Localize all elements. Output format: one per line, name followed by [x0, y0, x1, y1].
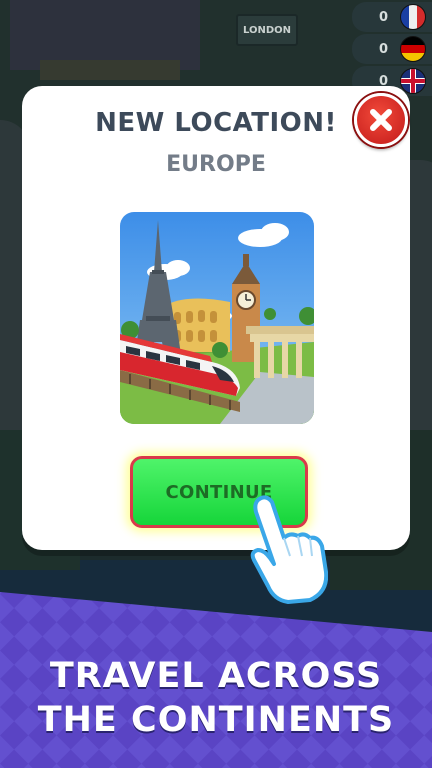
france-count: 0 [378, 9, 388, 25]
uk-flag-icon [400, 68, 426, 94]
flag-row-germany[interactable]: 0 [352, 34, 432, 64]
close-button[interactable] [354, 93, 408, 147]
france-flag-icon [400, 4, 426, 30]
new-location-dialog: NEW LOCATION! EUROPE CONTINUE [22, 86, 410, 550]
banner-line-2: THE CONTINENTS [37, 700, 395, 740]
city-label-london[interactable]: LONDON [236, 14, 298, 46]
pointing-hand-icon [250, 495, 328, 604]
close-icon [370, 109, 392, 131]
germany-flag-icon [400, 36, 426, 62]
europe-landmarks-illustration [120, 212, 314, 424]
country-flags-panel: 0 0 0 [352, 0, 432, 96]
dialog-title: NEW LOCATION! [95, 108, 337, 138]
dialog-subtitle: EUROPE [166, 152, 266, 177]
flag-row-france[interactable]: 0 [352, 2, 432, 32]
banner-line-1: TRAVEL ACROSS [49, 656, 383, 696]
promo-banner-text: TRAVEL ACROSS THE CONTINENTS [0, 654, 432, 742]
germany-count: 0 [378, 41, 388, 57]
